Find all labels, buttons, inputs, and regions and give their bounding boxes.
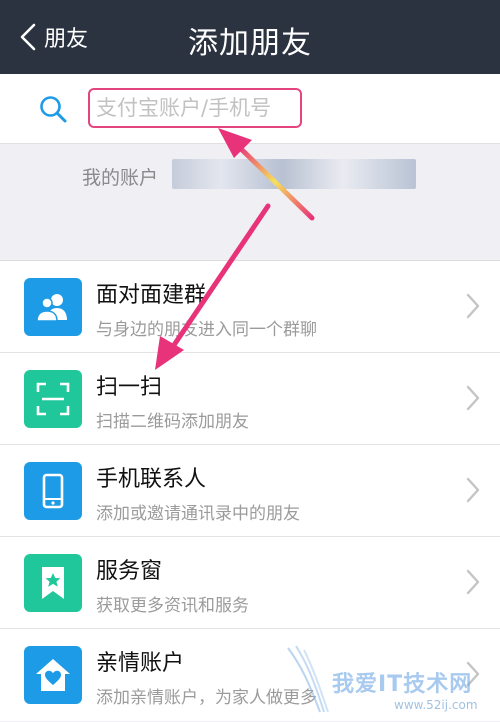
option-title: 面对面建群 — [96, 283, 207, 308]
option-subtitle: 添加亲情账户，为家人做更多 — [96, 688, 317, 708]
home-heart-icon — [24, 646, 82, 704]
chevron-right-icon — [466, 569, 480, 595]
option-service-window[interactable]: 服务窗 获取更多资讯和服务 — [0, 537, 500, 629]
account-value-obscured — [172, 159, 416, 189]
scan-icon — [24, 370, 82, 428]
search-icon — [40, 96, 67, 123]
chevron-right-icon — [466, 477, 480, 503]
option-subtitle: 获取更多资讯和服务 — [96, 596, 249, 616]
search-bar — [0, 74, 500, 144]
search-input[interactable] — [88, 88, 302, 128]
phone-icon — [24, 462, 82, 520]
option-title: 服务窗 — [96, 559, 163, 584]
group-icon — [24, 278, 82, 336]
chevron-right-icon — [466, 385, 480, 411]
option-subtitle: 扫描二维码添加朋友 — [96, 412, 249, 432]
chevron-right-icon — [466, 293, 480, 319]
option-family-account[interactable]: 亲情账户 添加亲情账户，为家人做更多 — [0, 629, 500, 721]
page-title: 添加朋友 — [188, 26, 312, 61]
option-title: 扫一扫 — [96, 375, 163, 400]
option-title: 亲情账户 — [96, 651, 185, 676]
account-label: 我的账户 — [82, 167, 159, 189]
chevron-right-icon — [466, 661, 480, 687]
account-section: 我的账户 — [0, 145, 500, 255]
top-bar: 朋友 添加朋友 — [0, 0, 500, 74]
option-phone-contacts[interactable]: 手机联系人 添加或邀请通讯录中的朋友 — [0, 445, 500, 537]
ribbon-star-icon — [24, 554, 82, 612]
option-title: 手机联系人 — [96, 467, 207, 492]
option-scan[interactable]: 扫一扫 扫描二维码添加朋友 — [0, 353, 500, 445]
option-subtitle: 添加或邀请通讯录中的朋友 — [96, 504, 300, 524]
option-face-to-face-group[interactable]: 面对面建群 与身边的朋友进入同一个群聊 — [0, 261, 500, 353]
add-friend-options: 面对面建群 与身边的朋友进入同一个群聊 扫一扫 扫描二维码添加朋友 手机联系人 — [0, 260, 500, 721]
option-subtitle: 与身边的朋友进入同一个群聊 — [96, 320, 317, 340]
